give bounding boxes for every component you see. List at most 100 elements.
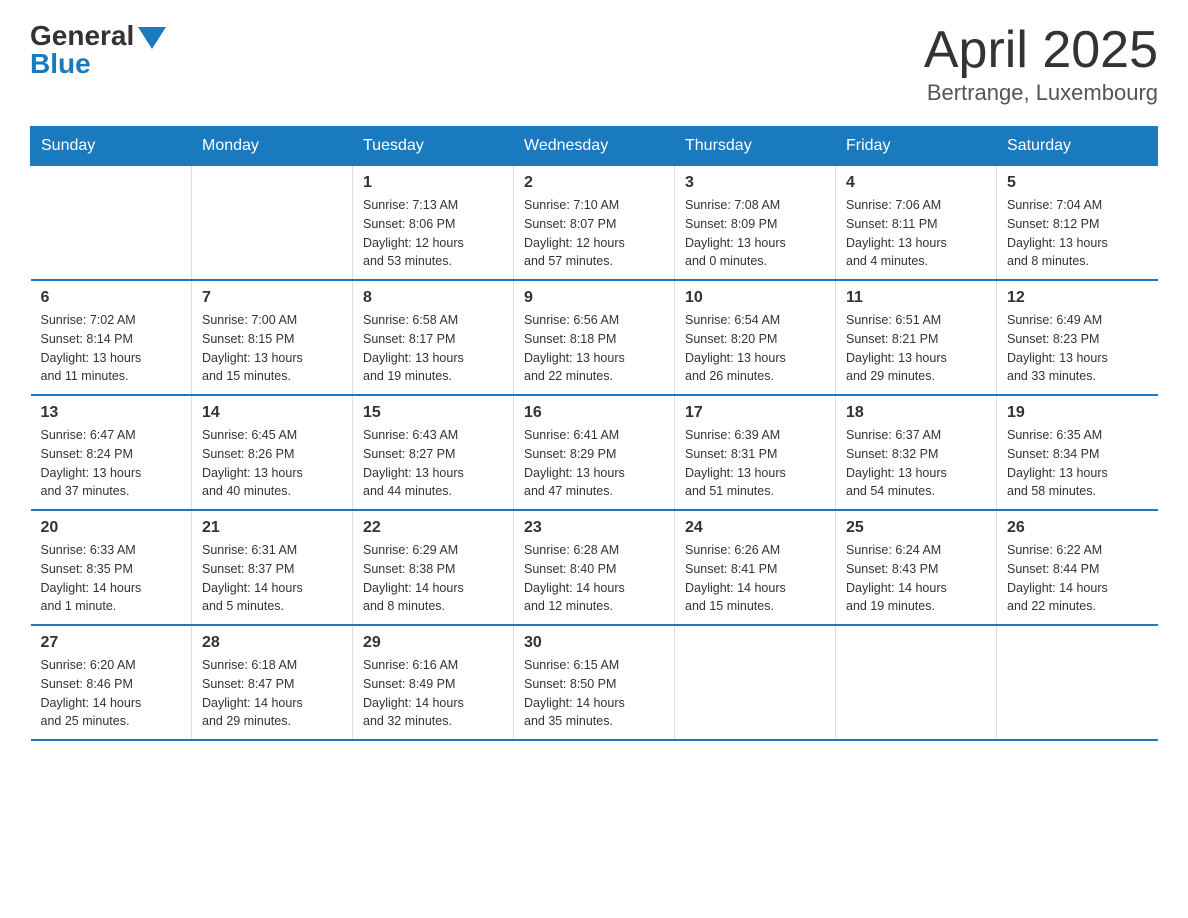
calendar-cell: 20 Sunrise: 6:33 AM Sunset: 8:35 PM Dayli… (31, 510, 192, 625)
day-number: 23 (524, 519, 664, 537)
calendar-cell (836, 625, 997, 740)
weekday-header-monday: Monday (192, 127, 353, 166)
page-header: General Blue April 2025 Bertrange, Luxem… (30, 20, 1158, 106)
calendar-cell: 3 Sunrise: 7:08 AM Sunset: 8:09 PM Daylig… (675, 166, 836, 281)
calendar-cell: 18 Sunrise: 6:37 AM Sunset: 8:32 PM Dayli… (836, 395, 997, 510)
day-number: 10 (685, 289, 825, 307)
day-number: 17 (685, 404, 825, 422)
calendar-cell: 8Sunrise: 6:58 AM Sunset: 8:17 PM Daylig… (353, 280, 514, 395)
calendar-cell: 19Sunrise: 6:35 AM Sunset: 8:34 PM Dayli… (997, 395, 1158, 510)
day-info: Sunrise: 7:00 AM Sunset: 8:15 PM Dayligh… (202, 311, 342, 386)
calendar-cell: 2Sunrise: 7:10 AM Sunset: 8:07 PM Daylig… (514, 166, 675, 281)
day-info: Sunrise: 6:33 AM Sunset: 8:35 PM Dayligh… (41, 541, 182, 616)
calendar-cell: 12 Sunrise: 6:49 AM Sunset: 8:23 PM Dayli… (997, 280, 1158, 395)
day-number: 15 (363, 404, 503, 422)
day-number: 24 (685, 519, 825, 537)
day-number: 1 (363, 174, 503, 192)
calendar-week-row: 20 Sunrise: 6:33 AM Sunset: 8:35 PM Dayli… (31, 510, 1158, 625)
day-number: 28 (202, 634, 342, 652)
weekday-header-friday: Friday (836, 127, 997, 166)
calendar-cell (192, 166, 353, 281)
day-number: 30 (524, 634, 664, 652)
day-info: Sunrise: 7:08 AM Sunset: 8:09 PM Dayligh… (685, 196, 825, 271)
day-number: 14 (202, 404, 342, 422)
day-info: Sunrise: 6:18 AM Sunset: 8:47 PM Dayligh… (202, 656, 342, 731)
calendar-cell: 26 Sunrise: 6:22 AM Sunset: 8:44 PM Dayli… (997, 510, 1158, 625)
title-block: April 2025 Bertrange, Luxembourg (924, 20, 1158, 106)
day-number: 6 (41, 289, 182, 307)
day-number: 12 (1007, 289, 1148, 307)
calendar-cell: 10 Sunrise: 6:54 AM Sunset: 8:20 PM Dayli… (675, 280, 836, 395)
calendar-cell (675, 625, 836, 740)
day-info: Sunrise: 6:47 AM Sunset: 8:24 PM Dayligh… (41, 426, 182, 501)
calendar-cell: 5 Sunrise: 7:04 AM Sunset: 8:12 PM Daylig… (997, 166, 1158, 281)
calendar-cell: 25Sunrise: 6:24 AM Sunset: 8:43 PM Dayli… (836, 510, 997, 625)
day-number: 27 (41, 634, 182, 652)
day-info: Sunrise: 7:06 AM Sunset: 8:11 PM Dayligh… (846, 196, 986, 271)
day-info: Sunrise: 6:54 AM Sunset: 8:20 PM Dayligh… (685, 311, 825, 386)
day-number: 21 (202, 519, 342, 537)
calendar-cell (997, 625, 1158, 740)
day-info: Sunrise: 6:43 AM Sunset: 8:27 PM Dayligh… (363, 426, 503, 501)
calendar-cell (31, 166, 192, 281)
day-info: Sunrise: 6:22 AM Sunset: 8:44 PM Dayligh… (1007, 541, 1148, 616)
calendar-cell: 22 Sunrise: 6:29 AM Sunset: 8:38 PM Dayli… (353, 510, 514, 625)
day-number: 5 (1007, 174, 1148, 192)
calendar-body: 1 Sunrise: 7:13 AM Sunset: 8:06 PM Daylig… (31, 166, 1158, 741)
day-info: Sunrise: 6:37 AM Sunset: 8:32 PM Dayligh… (846, 426, 986, 501)
weekday-header-sunday: Sunday (31, 127, 192, 166)
calendar-week-row: 6 Sunrise: 7:02 AM Sunset: 8:14 PM Daylig… (31, 280, 1158, 395)
day-number: 22 (363, 519, 503, 537)
day-info: Sunrise: 7:02 AM Sunset: 8:14 PM Dayligh… (41, 311, 182, 386)
weekday-header-tuesday: Tuesday (353, 127, 514, 166)
calendar-week-row: 1 Sunrise: 7:13 AM Sunset: 8:06 PM Daylig… (31, 166, 1158, 281)
day-info: Sunrise: 6:16 AM Sunset: 8:49 PM Dayligh… (363, 656, 503, 731)
day-info: Sunrise: 7:04 AM Sunset: 8:12 PM Dayligh… (1007, 196, 1148, 271)
day-info: Sunrise: 6:56 AM Sunset: 8:18 PM Dayligh… (524, 311, 664, 386)
calendar-header: SundayMondayTuesdayWednesdayThursdayFrid… (31, 127, 1158, 166)
calendar-cell: 1 Sunrise: 7:13 AM Sunset: 8:06 PM Daylig… (353, 166, 514, 281)
weekday-header-saturday: Saturday (997, 127, 1158, 166)
calendar-cell: 28 Sunrise: 6:18 AM Sunset: 8:47 PM Dayli… (192, 625, 353, 740)
calendar-cell: 11Sunrise: 6:51 AM Sunset: 8:21 PM Dayli… (836, 280, 997, 395)
day-number: 7 (202, 289, 342, 307)
weekday-header-wednesday: Wednesday (514, 127, 675, 166)
day-info: Sunrise: 6:51 AM Sunset: 8:21 PM Dayligh… (846, 311, 986, 386)
calendar-cell: 24 Sunrise: 6:26 AM Sunset: 8:41 PM Dayli… (675, 510, 836, 625)
day-info: Sunrise: 6:41 AM Sunset: 8:29 PM Dayligh… (524, 426, 664, 501)
page-subtitle: Bertrange, Luxembourg (924, 80, 1158, 106)
calendar-week-row: 27Sunrise: 6:20 AM Sunset: 8:46 PM Dayli… (31, 625, 1158, 740)
day-info: Sunrise: 7:10 AM Sunset: 8:07 PM Dayligh… (524, 196, 664, 271)
calendar-cell: 23 Sunrise: 6:28 AM Sunset: 8:40 PM Dayli… (514, 510, 675, 625)
day-info: Sunrise: 7:13 AM Sunset: 8:06 PM Dayligh… (363, 196, 503, 271)
day-info: Sunrise: 6:24 AM Sunset: 8:43 PM Dayligh… (846, 541, 986, 616)
day-info: Sunrise: 6:49 AM Sunset: 8:23 PM Dayligh… (1007, 311, 1148, 386)
day-number: 4 (846, 174, 986, 192)
day-info: Sunrise: 6:26 AM Sunset: 8:41 PM Dayligh… (685, 541, 825, 616)
calendar-cell: 7 Sunrise: 7:00 AM Sunset: 8:15 PM Daylig… (192, 280, 353, 395)
calendar-cell: 4 Sunrise: 7:06 AM Sunset: 8:11 PM Daylig… (836, 166, 997, 281)
day-info: Sunrise: 6:31 AM Sunset: 8:37 PM Dayligh… (202, 541, 342, 616)
calendar-cell: 16 Sunrise: 6:41 AM Sunset: 8:29 PM Dayli… (514, 395, 675, 510)
day-number: 18 (846, 404, 986, 422)
calendar-week-row: 13Sunrise: 6:47 AM Sunset: 8:24 PM Dayli… (31, 395, 1158, 510)
day-number: 20 (41, 519, 182, 537)
page-title: April 2025 (924, 20, 1158, 80)
calendar-cell: 6 Sunrise: 7:02 AM Sunset: 8:14 PM Daylig… (31, 280, 192, 395)
day-info: Sunrise: 6:28 AM Sunset: 8:40 PM Dayligh… (524, 541, 664, 616)
logo-blue-text: Blue (30, 48, 91, 80)
weekday-header-row: SundayMondayTuesdayWednesdayThursdayFrid… (31, 127, 1158, 166)
calendar-cell: 9 Sunrise: 6:56 AM Sunset: 8:18 PM Daylig… (514, 280, 675, 395)
day-info: Sunrise: 6:29 AM Sunset: 8:38 PM Dayligh… (363, 541, 503, 616)
calendar-cell: 17 Sunrise: 6:39 AM Sunset: 8:31 PM Dayli… (675, 395, 836, 510)
day-info: Sunrise: 6:15 AM Sunset: 8:50 PM Dayligh… (524, 656, 664, 731)
logo: General Blue (30, 20, 166, 80)
calendar-cell: 21 Sunrise: 6:31 AM Sunset: 8:37 PM Dayli… (192, 510, 353, 625)
day-info: Sunrise: 6:39 AM Sunset: 8:31 PM Dayligh… (685, 426, 825, 501)
logo-triangle-icon (138, 27, 166, 49)
calendar-cell: 30 Sunrise: 6:15 AM Sunset: 8:50 PM Dayli… (514, 625, 675, 740)
day-number: 16 (524, 404, 664, 422)
day-number: 9 (524, 289, 664, 307)
day-number: 3 (685, 174, 825, 192)
day-number: 26 (1007, 519, 1148, 537)
